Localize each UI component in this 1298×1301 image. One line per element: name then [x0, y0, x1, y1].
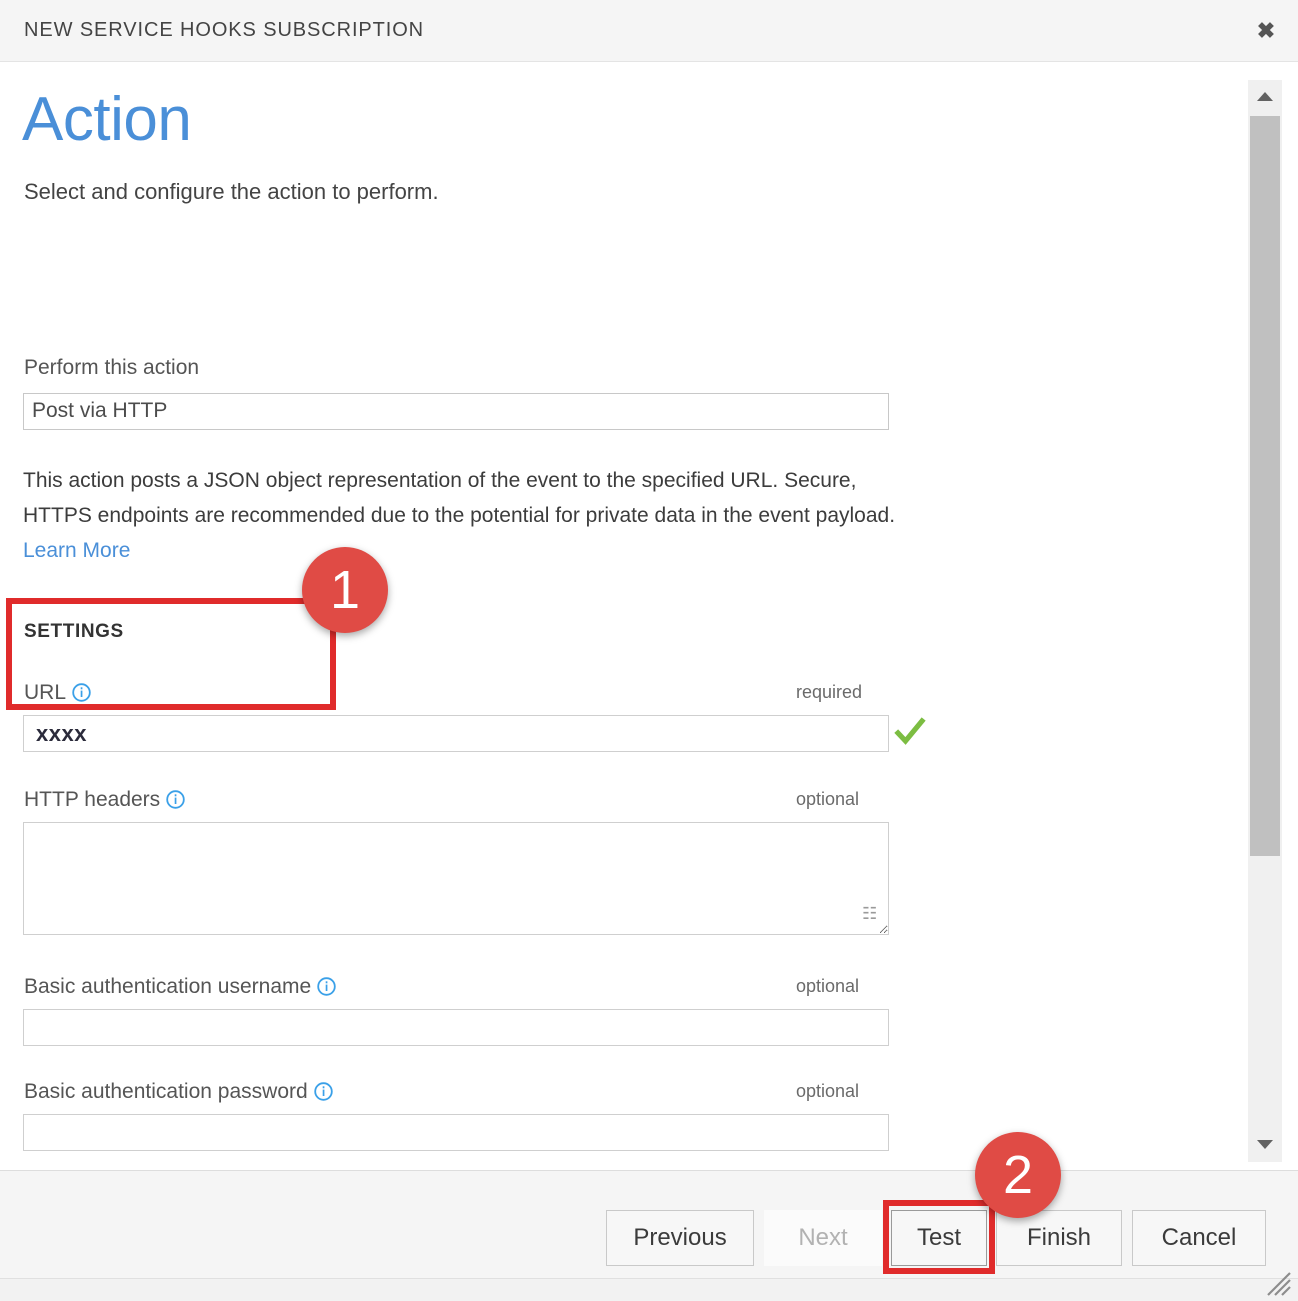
dialog-window: NEW SERVICE HOOKS SUBSCRIPTION ✖ Action … [0, 0, 1298, 1301]
http-headers-label: HTTP headers [24, 788, 185, 815]
annotation-badge-1: 1 [302, 547, 388, 633]
info-icon[interactable] [166, 790, 185, 815]
check-icon [893, 715, 927, 749]
next-button: Next [764, 1210, 882, 1266]
scroll-down-arrow-icon[interactable] [1248, 1128, 1282, 1162]
perform-action-select[interactable]: Post via HTTP [23, 393, 889, 430]
url-input[interactable] [23, 715, 889, 752]
content-scrollbar[interactable] [1248, 80, 1282, 1162]
basic-auth-username-input[interactable] [23, 1009, 889, 1046]
basic-auth-username-requirement: optional [796, 976, 859, 997]
basic-auth-username-label: Basic authentication username [24, 975, 336, 1002]
info-icon[interactable] [72, 683, 91, 708]
perform-action-label: Perform this action [24, 356, 199, 380]
basic-auth-username-label-text: Basic authentication username [24, 975, 311, 998]
action-description-text: This action posts a JSON object represen… [23, 469, 895, 527]
page-title: Action [22, 89, 191, 151]
learn-more-link[interactable]: Learn More [23, 539, 130, 562]
previous-button[interactable]: Previous [606, 1210, 754, 1266]
test-button[interactable]: Test [891, 1210, 987, 1266]
perform-action-value: Post via HTTP [32, 399, 167, 423]
dialog-title: NEW SERVICE HOOKS SUBSCRIPTION [24, 19, 424, 42]
window-resize-grip-icon[interactable] [1266, 1271, 1292, 1297]
action-description: This action posts a JSON object represen… [23, 463, 903, 568]
basic-auth-password-input[interactable] [23, 1114, 889, 1151]
info-icon[interactable] [314, 1082, 333, 1107]
page-subtitle: Select and configure the action to perfo… [24, 179, 439, 205]
window-bottom-edge [0, 1278, 1298, 1301]
http-headers-label-text: HTTP headers [24, 788, 160, 811]
scrollbar-thumb[interactable] [1250, 116, 1280, 856]
annotation-badge-2: 2 [975, 1132, 1061, 1218]
textarea-resize-grip-icon[interactable]: ☷ [862, 904, 877, 924]
scroll-up-arrow-icon[interactable] [1248, 80, 1282, 114]
dialog-titlebar: NEW SERVICE HOOKS SUBSCRIPTION ✖ [0, 0, 1298, 62]
info-icon[interactable] [317, 977, 336, 1002]
http-headers-requirement: optional [796, 789, 859, 810]
basic-auth-password-requirement: optional [796, 1081, 859, 1102]
finish-button[interactable]: Finish [996, 1210, 1122, 1266]
settings-heading: SETTINGS [24, 621, 124, 643]
url-label-text: URL [24, 681, 66, 704]
url-label: URL [24, 681, 91, 708]
url-requirement: required [796, 682, 862, 703]
dialog-content: Action Select and configure the action t… [0, 62, 1240, 1170]
http-headers-textarea[interactable] [23, 822, 889, 935]
basic-auth-password-label: Basic authentication password [24, 1080, 333, 1107]
close-icon[interactable]: ✖ [1248, 14, 1284, 48]
basic-auth-password-label-text: Basic authentication password [24, 1080, 308, 1103]
cancel-button[interactable]: Cancel [1132, 1210, 1266, 1266]
dialog-footer: Previous Next Test Finish Cancel [0, 1170, 1298, 1278]
